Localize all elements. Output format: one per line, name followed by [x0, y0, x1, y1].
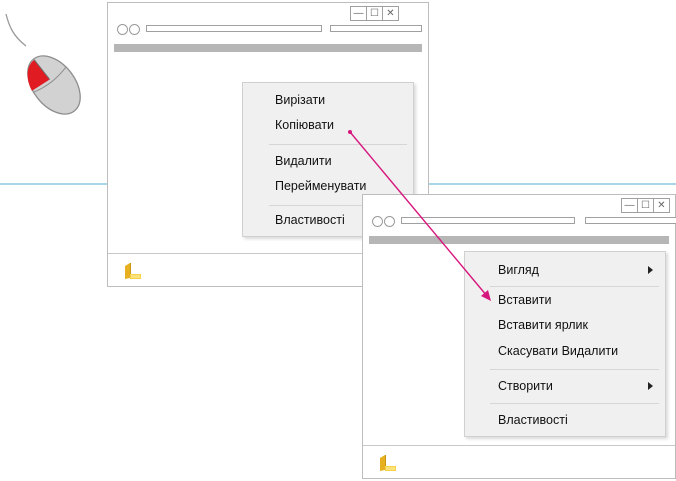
menu-item-label: Вирізати [275, 93, 326, 107]
menu-item-properties[interactable]: Властивості [465, 409, 665, 431]
submenu-arrow-icon [648, 266, 653, 274]
menu-item-label: Створити [498, 379, 553, 393]
window-circle-button[interactable] [384, 216, 395, 227]
menu-item-undo-delete[interactable]: Скасувати Видалити [465, 340, 665, 362]
menu-item-paste-shortcut[interactable]: Вставити ярлик [465, 314, 665, 336]
explorer-window-2: — ☐ ✕ Вигляд Вставити Вставити ярлик Ска… [362, 194, 676, 479]
menu-item-label: Копіювати [275, 118, 335, 132]
status-bar [363, 445, 675, 478]
title-bar: — ☐ ✕ [108, 3, 428, 41]
folder-icon [125, 263, 141, 279]
submenu-arrow-icon [648, 382, 653, 390]
address-bar[interactable] [146, 25, 322, 32]
toolbar-strip [369, 236, 669, 244]
window-controls: — ☐ ✕ [621, 198, 670, 213]
window-circle-button[interactable] [372, 216, 383, 227]
menu-item-label: Перейменувати [275, 179, 367, 193]
menu-item-label: Вставити ярлик [498, 318, 588, 332]
window-circle-button[interactable] [117, 24, 128, 35]
menu-item-paste[interactable]: Вставити [465, 289, 665, 311]
menu-item-cut[interactable]: Вирізати [243, 89, 413, 111]
menu-item-label: Скасувати Видалити [498, 344, 619, 358]
title-bar: — ☐ ✕ [363, 195, 676, 233]
menu-item-new[interactable]: Створити [465, 375, 665, 397]
minimize-icon[interactable]: — [351, 7, 366, 20]
menu-item-label: Вигляд [498, 263, 539, 277]
toolbar-strip [114, 44, 422, 52]
address-bar[interactable] [401, 217, 575, 224]
folder-icon [380, 455, 396, 471]
menu-separator [490, 403, 659, 404]
menu-item-copy[interactable]: Копіювати [243, 114, 413, 136]
window-circle-button[interactable] [129, 24, 140, 35]
menu-item-label: Властивості [498, 413, 568, 427]
minimize-icon[interactable]: — [622, 199, 637, 212]
menu-item-label: Вставити [498, 293, 552, 307]
maximize-icon[interactable]: ☐ [637, 199, 653, 212]
search-bar[interactable] [330, 25, 422, 32]
context-menu-2: Вигляд Вставити Вставити ярлик Скасувати… [464, 251, 666, 437]
menu-separator [269, 144, 407, 145]
menu-item-label: Властивості [275, 213, 345, 227]
close-icon[interactable]: ✕ [653, 199, 669, 212]
menu-separator [490, 286, 659, 287]
mouse-icon [5, 13, 81, 115]
menu-separator [490, 369, 659, 370]
menu-item-label: Видалити [275, 154, 332, 168]
window-controls: — ☐ ✕ [350, 6, 399, 21]
maximize-icon[interactable]: ☐ [366, 7, 382, 20]
search-bar[interactable] [585, 217, 676, 224]
close-icon[interactable]: ✕ [382, 7, 398, 20]
menu-item-view[interactable]: Вигляд [465, 259, 665, 281]
menu-item-delete[interactable]: Видалити [243, 150, 413, 172]
